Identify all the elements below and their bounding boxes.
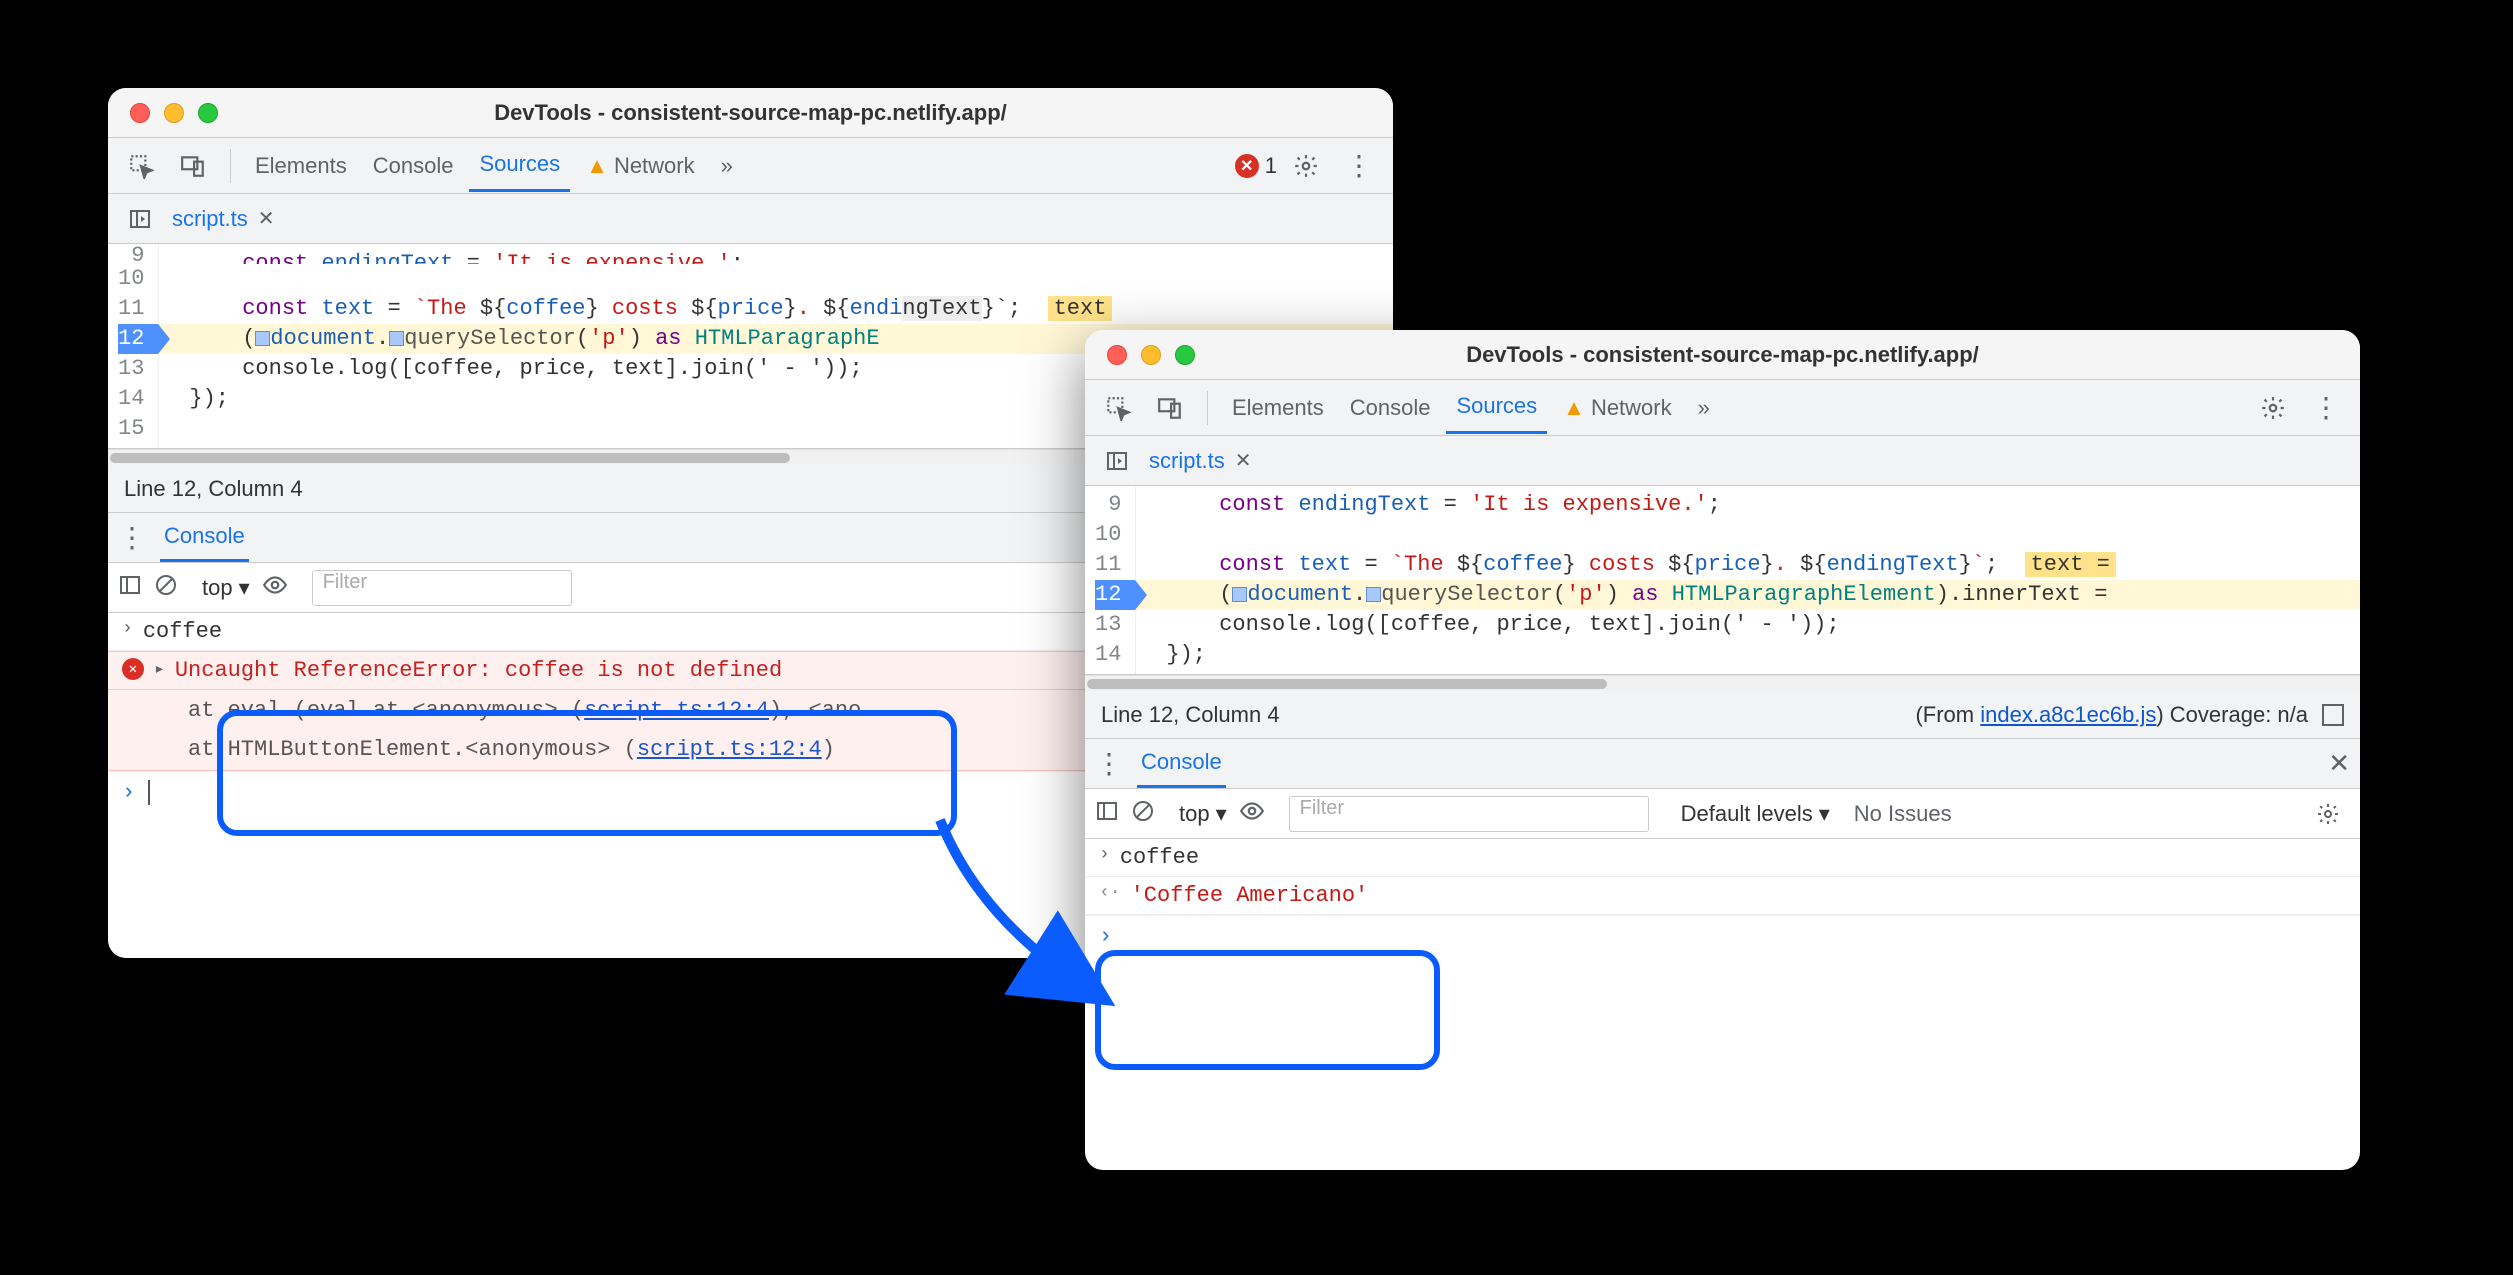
console-toolbar: top ▾ Filter Default levels ▾ No Issues xyxy=(1085,789,2360,839)
tab-console[interactable]: Console xyxy=(1340,387,1441,429)
context-selector[interactable]: top ▾ xyxy=(1179,801,1227,827)
sources-tabstrip: script.ts ✕ xyxy=(108,194,1393,244)
error-icon: ✕ xyxy=(122,658,144,680)
pretty-print-icon[interactable] xyxy=(2322,704,2344,726)
inline-value-hint: text = xyxy=(2025,552,2116,577)
filter-input[interactable]: Filter xyxy=(1289,796,1649,832)
code-editor[interactable]: 91011 121314 const endingText = 'It is e… xyxy=(1085,486,2360,675)
tab-elements[interactable]: Elements xyxy=(1222,387,1334,429)
warning-icon: ▲ xyxy=(586,153,608,179)
console-input-text: coffee xyxy=(143,619,222,644)
console-body: › coffee ‹· 'Coffee Americano' › xyxy=(1085,839,2360,957)
prompt-chevron-icon: › xyxy=(1099,845,1110,865)
settings-icon[interactable] xyxy=(2250,387,2296,429)
console-input-row: › coffee xyxy=(1085,839,2360,877)
console-settings-icon[interactable] xyxy=(2306,794,2350,834)
inspect-icon[interactable] xyxy=(118,145,164,187)
tab-network[interactable]: ▲ Network xyxy=(1553,387,1681,429)
settings-icon[interactable] xyxy=(1283,145,1329,187)
close-tab-icon[interactable]: ✕ xyxy=(258,206,275,231)
device-icon[interactable] xyxy=(170,145,216,187)
warning-icon: ▲ xyxy=(1563,395,1585,421)
console-prompt[interactable]: › xyxy=(1085,915,2360,957)
file-tab-label: script.ts xyxy=(172,206,248,232)
console-input-text: coffee xyxy=(1120,845,1199,870)
drawer-close-icon[interactable]: ✕ xyxy=(2328,748,2350,779)
cursor-position: Line 12, Column 4 xyxy=(1101,702,1280,728)
drawer-console-tab[interactable]: Console xyxy=(160,513,249,562)
tab-network-label: Network xyxy=(1591,395,1672,421)
file-tab[interactable]: script.ts ✕ xyxy=(162,206,285,232)
error-icon: ✕ xyxy=(1235,154,1259,178)
live-expr-icon[interactable] xyxy=(1239,798,1265,830)
console-output-text: 'Coffee Americano' xyxy=(1131,883,1369,908)
tab-elements[interactable]: Elements xyxy=(245,145,357,187)
devtools-toolbar: Elements Console Sources ▲ Network » ✕ 1… xyxy=(108,138,1393,194)
sourcemap-link[interactable]: index.a8c1ec6b.js xyxy=(1980,702,2156,727)
context-selector[interactable]: top ▾ xyxy=(202,575,250,601)
gutter: 91011 121314 xyxy=(1085,486,1136,674)
console-error-text: Uncaught ReferenceError: coffee is not d… xyxy=(175,658,782,683)
stack-link[interactable]: script.ts:12:4 xyxy=(584,698,769,723)
gutter: 9 10 11 12 13 14 15 xyxy=(108,244,159,448)
more-tabs-icon[interactable]: » xyxy=(1688,387,1720,429)
clear-console-icon[interactable] xyxy=(1131,799,1155,829)
inspect-icon[interactable] xyxy=(1095,387,1141,429)
navigator-toggle-icon[interactable] xyxy=(1095,441,1139,481)
tab-network-label: Network xyxy=(614,153,695,179)
prompt-chevron-icon: › xyxy=(122,619,133,639)
statusbar: Line 12, Column 4 (From index.a8c1ec6b.j… xyxy=(1085,691,2360,739)
drawer-kebab-icon[interactable]: ⋮ xyxy=(1095,747,1123,780)
sidebar-toggle-icon[interactable] xyxy=(118,573,142,603)
live-expr-icon[interactable] xyxy=(262,572,288,604)
sources-tabstrip: script.ts ✕ xyxy=(1085,436,2360,486)
tab-sources[interactable]: Sources xyxy=(469,139,570,192)
kebab-icon[interactable]: ⋮ xyxy=(1335,141,1383,190)
code-body: const endingText = 'It is expensive.'; c… xyxy=(1136,486,2360,674)
inline-value-hint: text xyxy=(1048,296,1113,321)
file-tab[interactable]: script.ts ✕ xyxy=(1139,448,1262,474)
window-title: DevTools - consistent-source-map-pc.netl… xyxy=(108,100,1393,126)
sidebar-toggle-icon[interactable] xyxy=(1095,799,1119,829)
console-output-row: ‹· 'Coffee Americano' xyxy=(1085,877,2360,915)
devtools-toolbar: Elements Console Sources ▲ Network » ⋮ xyxy=(1085,380,2360,436)
titlebar: DevTools - consistent-source-map-pc.netl… xyxy=(1085,330,2360,380)
tab-sources[interactable]: Sources xyxy=(1446,381,1547,434)
tab-console[interactable]: Console xyxy=(363,145,464,187)
output-chevron-icon: ‹· xyxy=(1099,883,1121,903)
device-icon[interactable] xyxy=(1147,387,1193,429)
kebab-icon[interactable]: ⋮ xyxy=(2302,383,2350,432)
file-tab-label: script.ts xyxy=(1149,448,1225,474)
cursor-position: Line 12, Column 4 xyxy=(124,476,303,502)
issues-label[interactable]: No Issues xyxy=(1854,801,1952,827)
titlebar: DevTools - consistent-source-map-pc.netl… xyxy=(108,88,1393,138)
drawer-kebab-icon[interactable]: ⋮ xyxy=(118,521,146,554)
more-tabs-icon[interactable]: » xyxy=(711,145,743,187)
h-scrollbar[interactable] xyxy=(1085,675,2360,691)
window-title: DevTools - consistent-source-map-pc.netl… xyxy=(1085,342,2360,368)
filter-input[interactable]: Filter xyxy=(312,570,572,606)
expand-chevron-icon[interactable]: ▸ xyxy=(154,658,165,680)
error-count: 1 xyxy=(1265,153,1277,179)
close-tab-icon[interactable]: ✕ xyxy=(1235,448,1252,473)
tab-network[interactable]: ▲ Network xyxy=(576,145,704,187)
navigator-toggle-icon[interactable] xyxy=(118,199,162,239)
log-levels-selector[interactable]: Default levels ▾ xyxy=(1681,801,1830,827)
stack-link[interactable]: script.ts:12:4 xyxy=(637,737,822,762)
drawer-console-tab[interactable]: Console xyxy=(1137,739,1226,788)
drawer-header: ⋮ Console ✕ xyxy=(1085,739,2360,789)
error-badge[interactable]: ✕ 1 xyxy=(1235,153,1277,179)
clear-console-icon[interactable] xyxy=(154,573,178,603)
